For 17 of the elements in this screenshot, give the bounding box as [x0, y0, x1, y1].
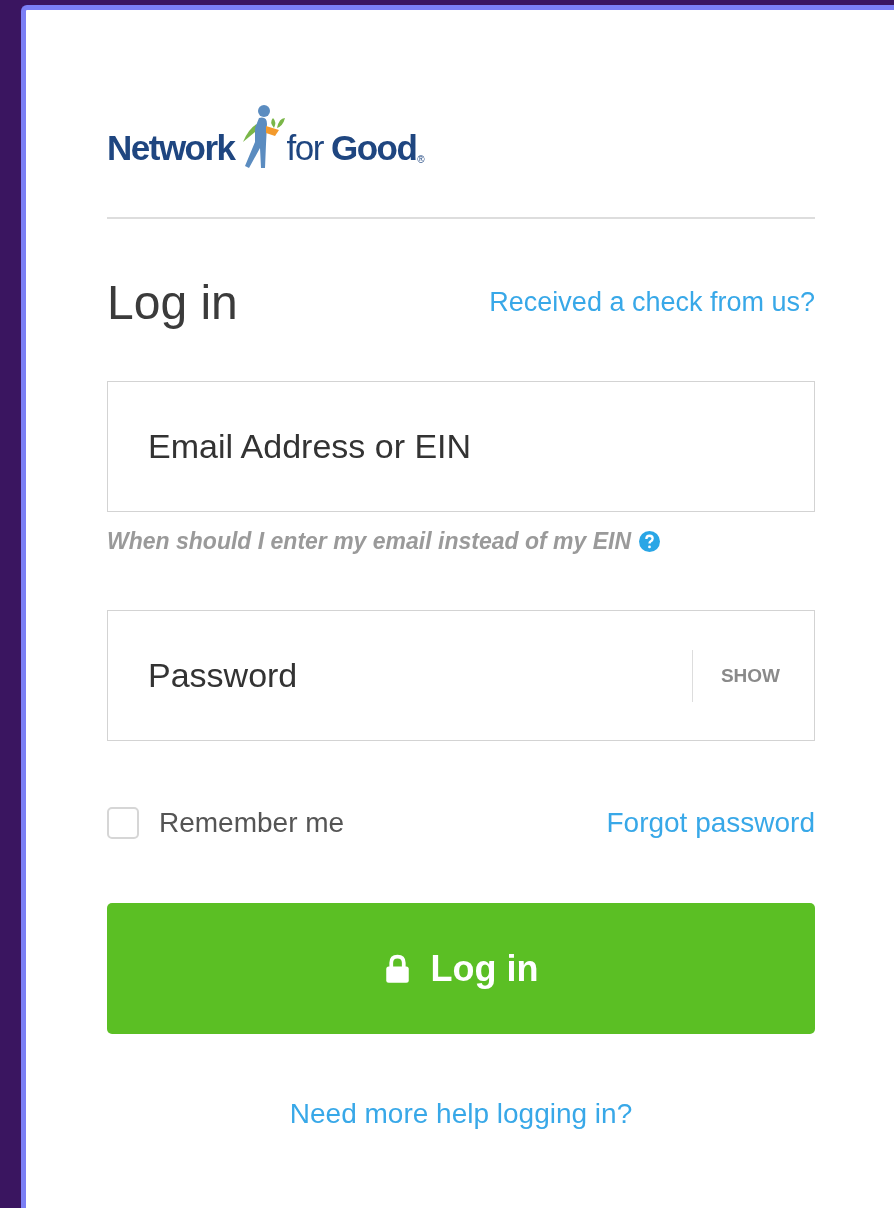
page-heading: Log in — [107, 274, 238, 330]
help-link[interactable]: Need more help logging in? — [289, 1098, 633, 1130]
forgot-password-link[interactable]: Forgot password — [606, 807, 815, 839]
registered-mark: ® — [417, 154, 425, 165]
show-toggle[interactable]: SHOW — [720, 664, 780, 687]
remember-label: Remember me — [159, 807, 345, 839]
check-link[interactable]: Received a check from us? — [489, 286, 815, 318]
login-button[interactable]: Log in — [107, 903, 815, 1034]
remember-checkbox[interactable] — [107, 807, 139, 839]
logo-text: Network — [107, 130, 235, 165]
email-field[interactable]: Email Address or EIN — [107, 381, 815, 512]
logo-text: for — [286, 130, 323, 165]
email-hint: When should I enter my email instead of my EIN — [107, 527, 631, 555]
help-icon[interactable] — [639, 530, 660, 552]
lock-icon — [383, 953, 411, 984]
password-field[interactable]: Password SHOW — [107, 610, 815, 741]
logo-text: Good — [330, 130, 417, 165]
